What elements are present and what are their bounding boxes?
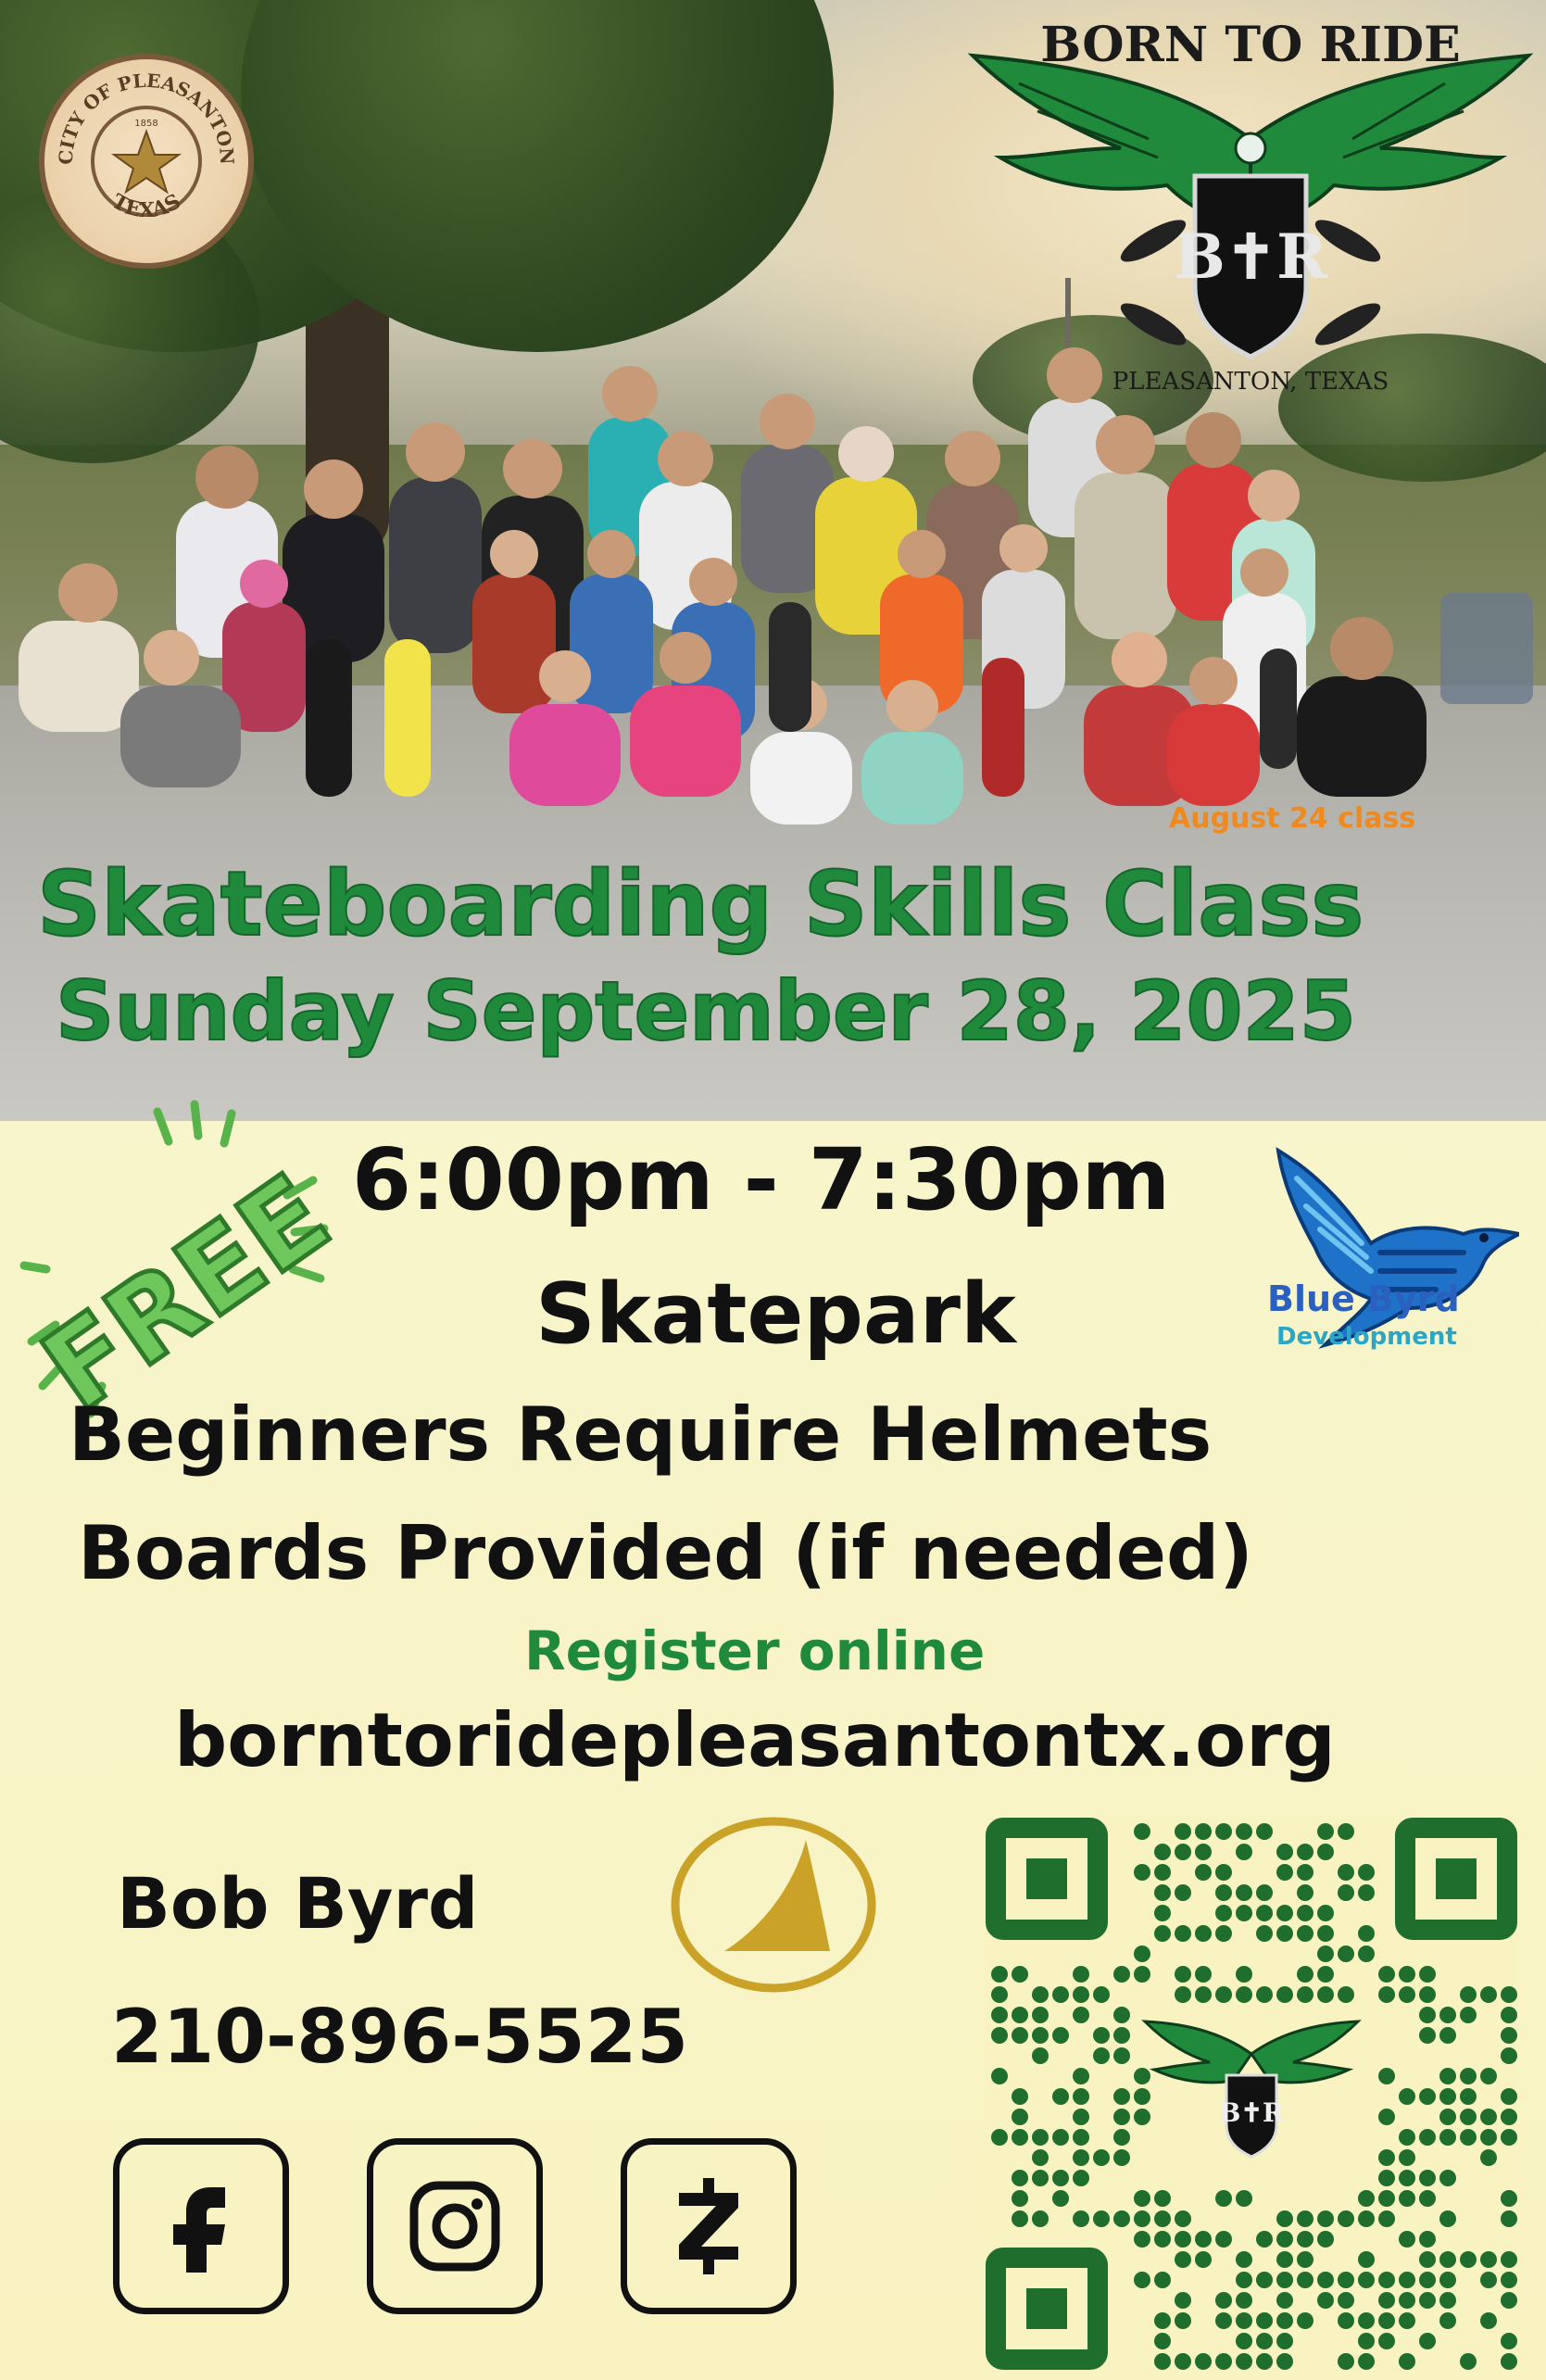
- seal-graphic: CITY OF PLEASANTON TEXAS 1858: [55, 69, 239, 222]
- facebook-button[interactable]: [113, 2138, 289, 2314]
- sponsor-name: Blue Byrd: [1267, 1278, 1460, 1319]
- event-location: Skatepark: [535, 1266, 1016, 1363]
- sail-logo: [671, 1817, 876, 1993]
- free-badge: FREE: [19, 1100, 333, 1427]
- contact-name: Bob Byrd: [117, 1862, 479, 1945]
- seal-year: 1858: [134, 119, 157, 129]
- boards-provided: Boards Provided (if needed): [78, 1510, 1253, 1596]
- register-label: Register online: [524, 1619, 986, 1682]
- facebook-icon: [173, 2187, 225, 2273]
- btr-monogram: B✝R: [1174, 220, 1328, 293]
- helmet-requirement: Beginners Require Helmets: [69, 1391, 1213, 1478]
- born-to-ride-logo: BORN TO RIDE B✝R PLEASANTON, TEXAS: [967, 17, 1534, 396]
- event-date: Sunday September 28, 2025: [55, 963, 1357, 1060]
- svg-text:TEXAS: TEXAS: [107, 189, 184, 222]
- event-flyer: CITY OF PLEASANTON TEXAS 1858 BORN TO RI…: [0, 0, 1546, 2380]
- qr-code[interactable]: B✝R: [986, 1818, 1517, 2370]
- instagram-button[interactable]: [367, 2138, 543, 2314]
- free-label: FREE: [21, 1151, 333, 1427]
- sponsor-subtitle: Development: [1276, 1323, 1457, 1351]
- zelle-button[interactable]: [621, 2138, 797, 2314]
- qr-monogram: B✝R: [1219, 2097, 1285, 2128]
- eagle-head-icon: [1234, 132, 1267, 165]
- event-time: 6:00pm - 7:30pm: [352, 1130, 1171, 1229]
- event-title: Skateboarding Skills Class: [36, 851, 1364, 957]
- photo-caption: August 24 class: [1169, 802, 1416, 835]
- btr-title: BORN TO RIDE: [1040, 17, 1460, 73]
- city-seal: CITY OF PLEASANTON TEXAS 1858: [39, 54, 254, 269]
- zelle-icon: [679, 2178, 738, 2274]
- group-photo: CITY OF PLEASANTON TEXAS 1858 BORN TO RI…: [0, 0, 1546, 1121]
- instagram-icon: [409, 2181, 500, 2272]
- seal-bottom-text: TEXAS: [107, 189, 184, 222]
- qr-center-logo: B✝R: [1141, 2020, 1362, 2160]
- camping-chair: [1440, 593, 1533, 704]
- btr-location: PLEASANTON, TEXAS: [1112, 368, 1389, 396]
- star-icon: [110, 129, 182, 195]
- website-link[interactable]: borntoridepleasantontx.org: [174, 1697, 1336, 1783]
- contact-phone[interactable]: 210-896-5525: [111, 1994, 688, 2080]
- sail-icon: [724, 1840, 830, 1951]
